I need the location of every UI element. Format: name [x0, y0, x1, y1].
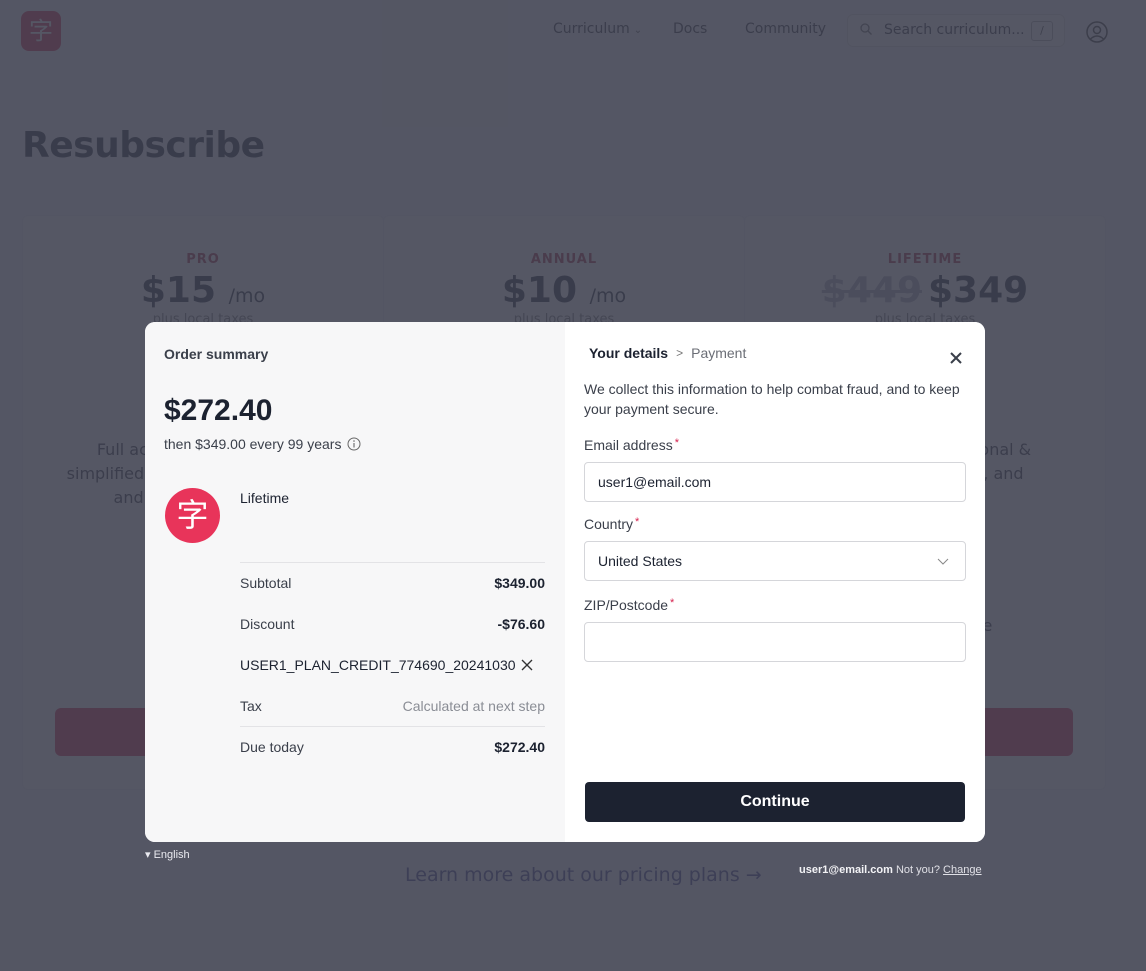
continue-button[interactable]: Continue [585, 782, 965, 822]
intro-text: We collect this information to help comb… [584, 381, 960, 417]
product-icon: 字 [165, 488, 220, 543]
coupon-row: USER1_PLAN_CREDIT_774690_20241030 [240, 644, 545, 685]
required-mark: * [635, 516, 640, 528]
checkout-steps: Your details > Payment [589, 345, 746, 361]
not-you-text: Not you? [895, 864, 940, 876]
remove-coupon-icon[interactable] [520, 658, 534, 672]
discount-value: -$76.60 [497, 615, 545, 632]
country-select[interactable]: United States [584, 541, 966, 581]
email-label: Email address * [584, 437, 679, 453]
change-account-link[interactable]: Change [943, 864, 982, 876]
recurring-note: then $349.00 every 99 years [164, 436, 361, 452]
due-today-row: Due today $272.40 [240, 726, 545, 767]
tax-row: Tax Calculated at next step [240, 685, 545, 726]
product-name: Lifetime [240, 490, 290, 506]
tax-value: Calculated at next step [402, 697, 545, 714]
coupon-code: USER1_PLAN_CREDIT_774690_20241030 [240, 656, 516, 673]
checkout-modal: Order summary $272.40 then $349.00 every… [145, 322, 985, 842]
zip-label: ZIP/Postcode * [584, 597, 674, 613]
due-today-value: $272.40 [494, 739, 545, 755]
order-summary-title: Order summary [164, 346, 269, 362]
required-mark: * [670, 597, 675, 609]
required-mark: * [674, 437, 679, 449]
language-selector[interactable]: ▾ English [145, 848, 190, 861]
order-summary-pane: Order summary $272.40 then $349.00 every… [145, 322, 565, 842]
chevron-right-icon: > [676, 346, 684, 360]
country-label: Country * [584, 516, 639, 532]
details-pane: Your details > Payment We collect this i… [565, 322, 985, 842]
price-breakdown: Subtotal $349.00 Discount -$76.60 USER1_… [240, 562, 545, 767]
email-field[interactable] [584, 462, 966, 502]
due-today-label: Due today [240, 739, 304, 755]
email-label-text: Email address [584, 437, 673, 453]
country-value: United States [598, 553, 683, 569]
account-email: user1@email.com [799, 864, 893, 876]
country-label-text: Country [584, 516, 634, 532]
discount-label: Discount [240, 615, 295, 632]
discount-row: Discount -$76.60 [240, 603, 545, 644]
coupon-tag: USER1_PLAN_CREDIT_774690_20241030 [240, 657, 534, 673]
subtotal-value: $349.00 [494, 575, 545, 591]
subtotal-row: Subtotal $349.00 [240, 562, 545, 603]
chevron-down-icon [937, 558, 949, 565]
recurring-note-text: then $349.00 every 99 years [164, 436, 342, 452]
step-payment: Payment [691, 345, 747, 361]
info-icon[interactable] [347, 437, 361, 451]
zip-field[interactable] [584, 622, 966, 662]
tax-label: Tax [240, 697, 262, 714]
account-notice: user1@email.com Not you? Change [799, 864, 982, 876]
subtotal-label: Subtotal [240, 575, 292, 591]
zip-label-text: ZIP/Postcode [584, 597, 669, 613]
order-total: $272.40 [164, 394, 273, 427]
step-your-details: Your details [589, 345, 669, 361]
close-icon[interactable] [949, 351, 963, 365]
